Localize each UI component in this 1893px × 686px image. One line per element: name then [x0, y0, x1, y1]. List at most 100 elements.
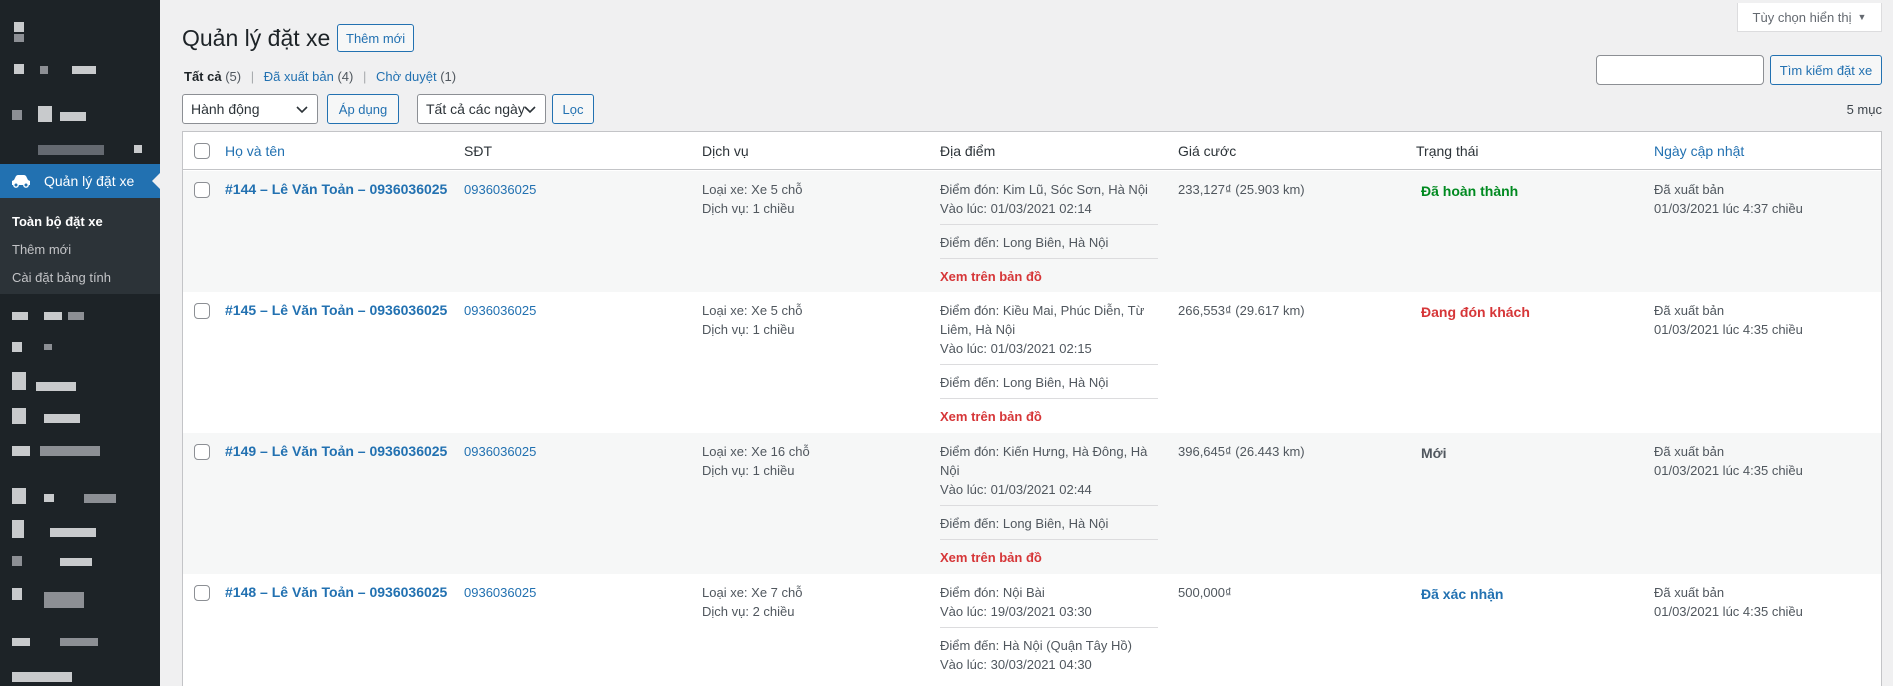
pickup-location: Điểm đón: Kim Lũ, Sóc Sơn, Hà Nội — [940, 182, 1148, 197]
column-header-status: Trạng thái — [1416, 143, 1479, 159]
blurred-menu-label[interactable] — [12, 556, 22, 566]
dropoff-block: Điểm đến: Hà Nội (Quận Tây Hồ) Vào lúc: … — [940, 636, 1158, 674]
blurred-menu-label[interactable] — [12, 408, 26, 424]
blurred-menu-label — [44, 494, 54, 502]
blurred-menu-label[interactable] — [12, 588, 22, 600]
date-filter-value: Tất cả các ngày — [426, 101, 525, 117]
blurred-menu-label[interactable] — [12, 312, 28, 320]
booking-title-link[interactable]: #145 – Lê Văn Toản – 0936036025 — [225, 301, 447, 320]
blurred-menu-icon[interactable] — [14, 22, 24, 32]
pickup-block: Điểm đón: Kiều Mai, Phúc Diễn, Từ Liêm, … — [940, 301, 1158, 365]
publish-state: Đã xuất bản — [1654, 585, 1725, 600]
price: 396,645₫ (26.443 km) — [1178, 444, 1305, 459]
phone-link[interactable]: 0936036025 — [464, 180, 536, 199]
status-badge: Đã xác nhận — [1421, 586, 1504, 602]
view-separator: | — [250, 69, 255, 84]
table-header: Họ và tên SĐT Dịch vụ Địa điểm Giá cước … — [183, 132, 1881, 170]
dropoff-location: Điểm đến: Hà Nội (Quận Tây Hồ) — [940, 638, 1132, 653]
column-header-updated[interactable]: Ngày cập nhật — [1654, 143, 1744, 159]
status-badge: Đang đón khách — [1421, 304, 1530, 320]
row-checkbox[interactable] — [194, 303, 210, 319]
service-type: Dịch vụ: 2 chiều — [702, 604, 795, 619]
date-filter-select[interactable]: Tất cả các ngày — [417, 94, 546, 124]
screen-options-button[interactable]: Tùy chọn hiển thị ▼ — [1737, 3, 1882, 32]
blurred-menu-label[interactable] — [12, 638, 30, 646]
booking-title-link[interactable]: #144 – Lê Văn Toản – 0936036025 — [225, 180, 447, 199]
view-all[interactable]: Tất cả — [184, 69, 222, 84]
publish-state: Đã xuất bản — [1654, 444, 1725, 459]
caret-down-icon: ▼ — [1857, 12, 1867, 22]
row-checkbox[interactable] — [194, 585, 210, 601]
filter-button[interactable]: Lọc — [552, 94, 594, 124]
search-input[interactable] — [1596, 55, 1764, 85]
dropoff-block: Điểm đến: Long Biên, Hà Nội — [940, 233, 1158, 259]
updated-info: Đã xuất bản 01/03/2021 lúc 4:35 chiều — [1654, 442, 1803, 480]
blurred-menu-label[interactable] — [12, 342, 22, 352]
pickup-location: Điểm đón: Nội Bài — [940, 585, 1045, 600]
dropoff-location: Điểm đến: Long Biên, Hà Nội — [940, 516, 1109, 531]
phone-link[interactable]: 0936036025 — [464, 442, 536, 461]
bulk-action-select[interactable]: Hành động — [182, 94, 318, 124]
blurred-menu-label[interactable] — [12, 488, 26, 504]
select-all-checkbox[interactable] — [194, 143, 210, 159]
pickup-time: Vào lúc: 01/03/2021 02:15 — [940, 341, 1092, 356]
row-checkbox[interactable] — [194, 444, 210, 460]
column-header-name[interactable]: Họ và tên — [225, 143, 285, 159]
submenu-item-spreadsheet-settings[interactable]: Cài đặt bảng tính — [0, 264, 160, 292]
blurred-menu-label[interactable] — [14, 64, 24, 74]
vehicle-type: Loại xe: Xe 16 chỗ — [702, 444, 810, 459]
blurred-menu-label[interactable] — [38, 145, 104, 155]
updated-info: Đã xuất bản 01/03/2021 lúc 4:35 chiều — [1654, 301, 1803, 339]
car-icon — [12, 175, 30, 188]
blurred-menu-label[interactable] — [12, 672, 72, 682]
view-map-link[interactable]: Xem trên bản đồ — [940, 269, 1042, 284]
service-info: Loại xe: Xe 5 chỗ Dịch vụ: 1 chiều — [702, 301, 802, 339]
pickup-time: Vào lúc: 01/03/2021 02:44 — [940, 482, 1092, 497]
bookings-table: Họ và tên SĐT Dịch vụ Địa điểm Giá cước … — [182, 131, 1882, 686]
service-type: Dịch vụ: 1 chiều — [702, 463, 795, 478]
pickup-location-cont: Liêm, Hà Nội — [940, 322, 1016, 337]
row-checkbox[interactable] — [194, 182, 210, 198]
blurred-menu-label — [60, 558, 92, 566]
view-pending[interactable]: Chờ duyệt — [376, 69, 437, 84]
dropoff-time: Vào lúc: 30/03/2021 04:30 — [940, 657, 1092, 672]
location-info: Điểm đón: Kim Lũ, Sóc Sơn, Hà Nội Vào lú… — [940, 180, 1158, 286]
submenu-item-all-bookings[interactable]: Toàn bộ đặt xe — [0, 208, 160, 236]
menu-item-quan-ly-dat-xe[interactable]: Quản lý đặt xe — [0, 164, 160, 198]
booking-title-link[interactable]: #149 – Lê Văn Toản – 0936036025 — [225, 442, 447, 461]
service-type: Dịch vụ: 1 chiều — [702, 201, 795, 216]
blurred-menu-label — [84, 494, 116, 503]
location-info: Điểm đón: Kiến Hưng, Hà Đông, Hà Nội Vào… — [940, 442, 1158, 567]
column-header-phone: SĐT — [464, 143, 492, 159]
submenu: Toàn bộ đặt xe Thêm mới Cài đặt bảng tín… — [0, 198, 160, 294]
table-row: #144 – Lê Văn Toản – 0936036025 09360360… — [183, 171, 1881, 292]
view-published[interactable]: Đã xuất bản — [264, 69, 334, 84]
main-content: Tùy chọn hiển thị ▼ Quản lý đặt xe Thêm … — [182, 0, 1882, 686]
price: 500,000₫ — [1178, 585, 1232, 600]
blurred-menu-label[interactable] — [12, 372, 26, 390]
status-badge: Mới — [1421, 445, 1447, 461]
view-map-link[interactable]: Xem trên bản đồ — [940, 409, 1042, 424]
blurred-menu-label[interactable] — [12, 520, 24, 538]
blurred-menu-icon[interactable] — [12, 110, 22, 120]
phone-link[interactable]: 0936036025 — [464, 301, 536, 320]
updated-info: Đã xuất bản 01/03/2021 lúc 4:35 chiều — [1654, 583, 1803, 621]
updated-date: 01/03/2021 lúc 4:37 chiều — [1654, 201, 1803, 216]
service-type: Dịch vụ: 1 chiều — [702, 322, 795, 337]
submenu-item-add-new[interactable]: Thêm mới — [0, 236, 160, 264]
apply-button[interactable]: Áp dụng — [327, 94, 399, 124]
blurred-menu-label — [72, 66, 96, 74]
updated-date: 01/03/2021 lúc 4:35 chiều — [1654, 463, 1803, 478]
dropoff-location: Điểm đến: Long Biên, Hà Nội — [940, 235, 1109, 250]
search-button[interactable]: Tìm kiếm đặt xe — [1770, 55, 1882, 85]
view-published-count: (4) — [337, 69, 354, 84]
view-map-link[interactable]: Xem trên bản đồ — [940, 550, 1042, 565]
blurred-menu-label[interactable] — [12, 446, 30, 456]
add-new-button[interactable]: Thêm mới — [337, 24, 415, 52]
price: 266,553₫ (29.617 km) — [1178, 303, 1305, 318]
service-info: Loại xe: Xe 7 chỗ Dịch vụ: 2 chiều — [702, 583, 802, 621]
admin-sidebar: Quản lý đặt xe Toàn bộ đặt xe Thêm mới C… — [0, 0, 160, 686]
booking-title-link[interactable]: #148 – Lê Văn Toản – 0936036025 — [225, 583, 447, 602]
phone-link[interactable]: 0936036025 — [464, 583, 536, 602]
blurred-menu-label — [44, 592, 84, 608]
